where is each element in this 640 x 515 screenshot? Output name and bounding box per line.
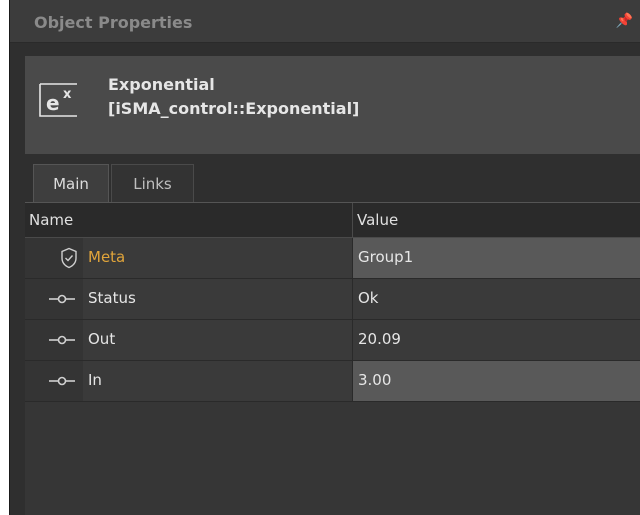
tab-main[interactable]: Main	[33, 164, 109, 202]
slot-icon	[49, 335, 75, 345]
panel-titlebar: Object Properties 📌	[10, 0, 640, 43]
column-header-value[interactable]: Value	[357, 211, 398, 229]
panel-title: Object Properties	[34, 13, 193, 32]
table-row-status[interactable]: Status Ok	[25, 279, 640, 320]
object-type: [iSMA_control::Exponential]	[108, 99, 360, 118]
property-value-field: 20.09	[352, 320, 640, 360]
exponential-icon-exp: x	[63, 87, 72, 102]
exponential-icon-base: e	[46, 91, 60, 115]
pin-icon[interactable]: 📌	[616, 13, 633, 29]
property-value: Ok	[358, 289, 379, 307]
property-name: In	[88, 371, 102, 389]
column-divider[interactable]	[352, 203, 353, 237]
tab-bar: Main Links	[25, 154, 640, 202]
table-header: Name Value	[25, 203, 640, 238]
property-value: 3.00	[358, 371, 392, 389]
property-name: Meta	[88, 248, 126, 266]
tab-links[interactable]: Links	[111, 164, 194, 202]
slot-icon	[49, 294, 75, 304]
column-header-name[interactable]: Name	[29, 211, 73, 229]
properties-table: Name Value Meta Group1 Status Ok Out 20.…	[25, 202, 640, 515]
slot-icon	[49, 376, 75, 386]
property-value: 20.09	[358, 330, 401, 348]
table-row-meta[interactable]: Meta Group1	[25, 238, 640, 279]
property-name: Status	[88, 289, 136, 307]
property-value: Group1	[358, 248, 414, 266]
object-name: Exponential	[108, 75, 215, 94]
property-value-field[interactable]: Group1	[352, 238, 640, 278]
exponential-icon: e x	[39, 83, 77, 117]
property-value-field[interactable]: 3.00	[352, 361, 640, 401]
property-name: Out	[88, 330, 116, 348]
table-row-in[interactable]: In 3.00	[25, 361, 640, 402]
shield-icon	[61, 247, 77, 269]
property-value-field: Ok	[352, 279, 640, 319]
table-row-out[interactable]: Out 20.09	[25, 320, 640, 361]
object-properties-panel: Object Properties 📌 e x Exponential [iSM…	[9, 0, 640, 515]
object-header: e x Exponential [iSMA_control::Exponenti…	[25, 56, 640, 154]
